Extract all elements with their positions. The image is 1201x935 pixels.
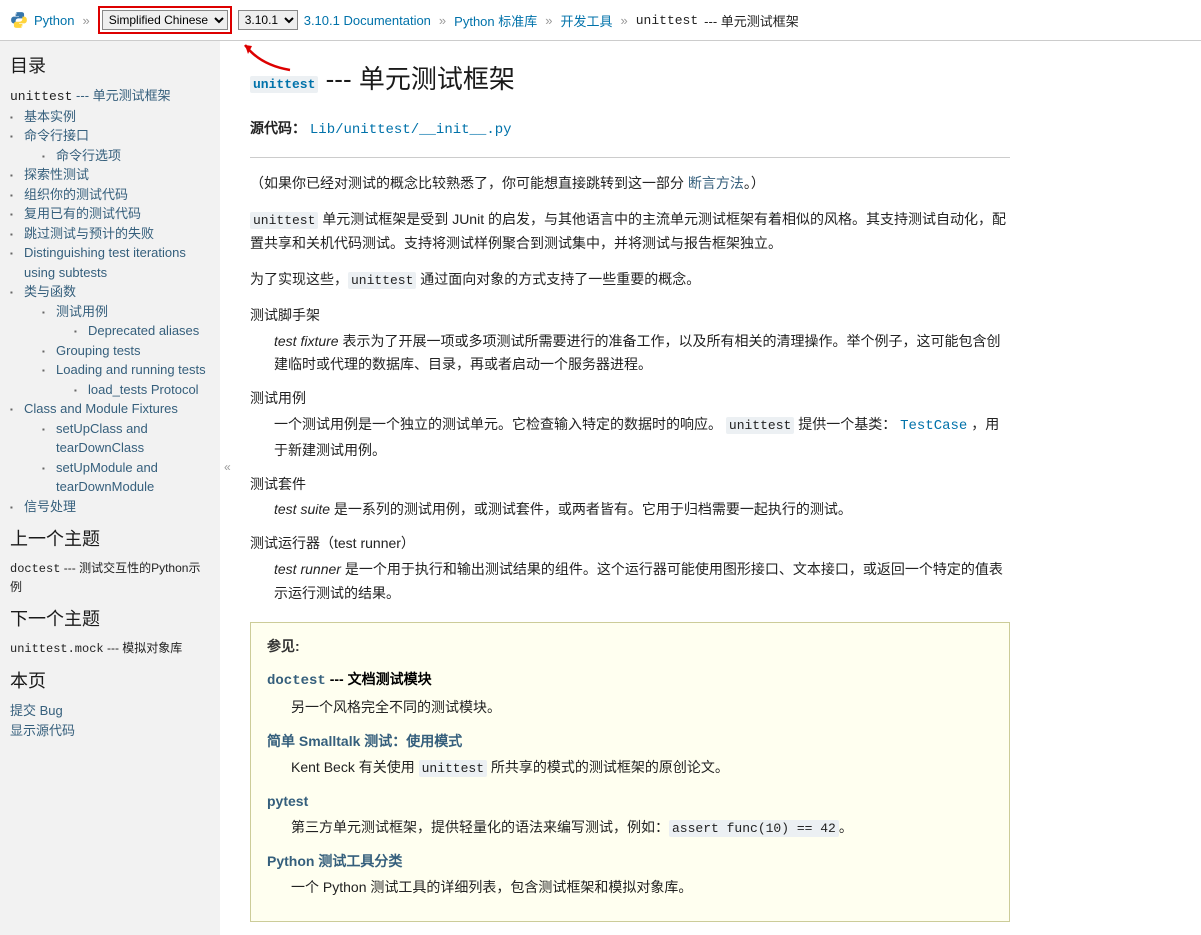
intro-paragraph: （如果你已经对测试的概念比较熟悉了，你可能想直接跳转到这一部分 断言方法。） — [250, 172, 1010, 196]
see-also-box: 参见: doctest --- 文档测试模块另一个风格完全不同的测试模块。简单 … — [250, 622, 1010, 923]
python-link[interactable]: Python — [34, 13, 74, 28]
prev-topic[interactable]: doctest --- 测试交互性的Python示例 — [10, 559, 210, 596]
language-select-highlight: Simplified Chinese — [98, 6, 232, 34]
toc-item[interactable]: 组织你的测试代码 — [10, 185, 210, 205]
next-topic-heading: 下一个主题 — [10, 606, 210, 633]
language-select[interactable]: Simplified Chinese — [102, 10, 228, 30]
def-term: 测试运行器（test runner） — [250, 532, 1010, 556]
toc-item[interactable]: 基本实例 — [10, 107, 210, 127]
def-term: 测试用例 — [250, 387, 1010, 411]
version-select[interactable]: 3.10.1 — [238, 10, 298, 30]
see-also-term[interactable]: doctest --- 文档测试模块 — [267, 668, 993, 694]
def-body: test suite 是一系列的测试用例，或测试套件，或两者皆有。它用于归档需要… — [274, 498, 1010, 522]
prev-topic-heading: 上一个主题 — [10, 526, 210, 553]
toc-heading: 目录 — [10, 53, 210, 80]
see-also-body: 另一个风格完全不同的测试模块。 — [291, 696, 993, 720]
def-body: 一个测试用例是一个独立的测试单元。它检查输入特定的数据时的响应。 unittes… — [274, 413, 1010, 463]
toc-item[interactable]: 探索性测试 — [10, 165, 210, 185]
toc-item[interactable]: Loading and running testsload_tests Prot… — [42, 360, 210, 399]
python-logo-icon — [10, 11, 28, 29]
sidebar-collapse-icon[interactable]: « — [224, 460, 231, 474]
toc-item[interactable]: 命令行接口命令行选项 — [10, 126, 210, 165]
see-also-term[interactable]: 简单 Smalltalk 测试：使用模式 — [267, 730, 993, 754]
see-also-label: 参见: — [267, 635, 993, 659]
toc-item[interactable]: 复用已有的测试代码 — [10, 204, 210, 224]
toc-item[interactable]: setUpModule and tearDownModule — [42, 458, 210, 497]
see-also-body: Kent Beck 有关使用 unittest 所共享的模式的测试框架的原创论文… — [291, 756, 993, 780]
this-page-heading: 本页 — [10, 668, 210, 695]
definitions-list: 测试脚手架test fixture 表示为了开展一项或多项测试所需要进行的准备工… — [250, 304, 1010, 606]
toc-item[interactable]: 信号处理 — [10, 497, 210, 517]
show-source-link[interactable]: 显示源代码 — [10, 723, 75, 738]
paragraph-3: 为了实现这些，unittest 通过面向对象的方式支持了一些重要的概念。 — [250, 268, 1010, 292]
def-term: 测试脚手架 — [250, 304, 1010, 328]
divider — [250, 157, 1010, 158]
breadcrumb-sep: » — [82, 13, 89, 28]
def-body: test fixture 表示为了开展一项或多项测试所需要进行的准备工作，以及所… — [274, 330, 1010, 378]
toc-root-item[interactable]: unittest --- 单元测试框架基本实例命令行接口命令行选项探索性测试组织… — [10, 86, 210, 516]
see-also-term[interactable]: Python 测试工具分类 — [267, 850, 993, 874]
def-body: test runner 是一个用于执行和输出测试结果的组件。这个运行器可能使用图… — [274, 558, 1010, 606]
breadcrumb-current-code: unittest — [636, 13, 698, 28]
breadcrumb-docs[interactable]: 3.10.1 Documentation — [304, 13, 431, 28]
report-bug-link[interactable]: 提交 Bug — [10, 703, 63, 718]
main-content: unittest --- 单元测试框架 源代码： Lib/unittest/__… — [220, 41, 1040, 935]
toc-item[interactable]: Distinguishing test iterations using sub… — [10, 243, 210, 282]
def-term: 测试套件 — [250, 473, 1010, 497]
toc-item[interactable]: Grouping tests — [42, 341, 210, 361]
toc-item[interactable]: setUpClass and tearDownClass — [42, 419, 210, 458]
see-also-term[interactable]: pytest — [267, 790, 993, 814]
see-also-body: 一个 Python 测试工具的详细列表，包含测试框架和模拟对象库。 — [291, 876, 993, 900]
source-line: 源代码： Lib/unittest/__init__.py — [250, 117, 1010, 143]
toc-item[interactable]: 命令行选项 — [42, 146, 210, 166]
breadcrumb-devtools[interactable]: 开发工具 — [560, 11, 612, 30]
toc-item[interactable]: Deprecated aliases — [74, 321, 210, 341]
toc-item[interactable]: load_tests Protocol — [74, 380, 210, 400]
source-link[interactable]: Lib/unittest/__init__.py — [310, 122, 512, 138]
assert-methods-link[interactable]: 断言方法 — [688, 175, 744, 191]
breadcrumb-current-suffix: --- 单元测试框架 — [704, 11, 799, 30]
page-title: unittest --- 单元测试框架 — [250, 57, 1010, 101]
toc-item[interactable]: Class and Module FixturessetUpClass and … — [10, 399, 210, 497]
breadcrumb-stdlib[interactable]: Python 标准库 — [454, 11, 537, 30]
toc-item[interactable]: 类与函数测试用例Deprecated aliasesGrouping tests… — [10, 282, 210, 399]
annotation-arrow-icon — [240, 40, 300, 80]
toc-item[interactable]: 测试用例Deprecated aliases — [42, 302, 210, 341]
toc-item[interactable]: 跳过测试与预计的失败 — [10, 224, 210, 244]
see-also-body: 第三方单元测试框架，提供轻量化的语法来编写测试，例如：assert func(1… — [291, 816, 993, 840]
top-navigation: Python » Simplified Chinese 3.10.1 3.10.… — [0, 0, 1201, 41]
sidebar: 目录 unittest --- 单元测试框架基本实例命令行接口命令行选项探索性测… — [0, 41, 220, 935]
paragraph-2: unittest 单元测试框架是受到 JUnit 的启发，与其他语言中的主流单元… — [250, 208, 1010, 256]
next-topic[interactable]: unittest.mock --- 模拟对象库 — [10, 639, 210, 658]
